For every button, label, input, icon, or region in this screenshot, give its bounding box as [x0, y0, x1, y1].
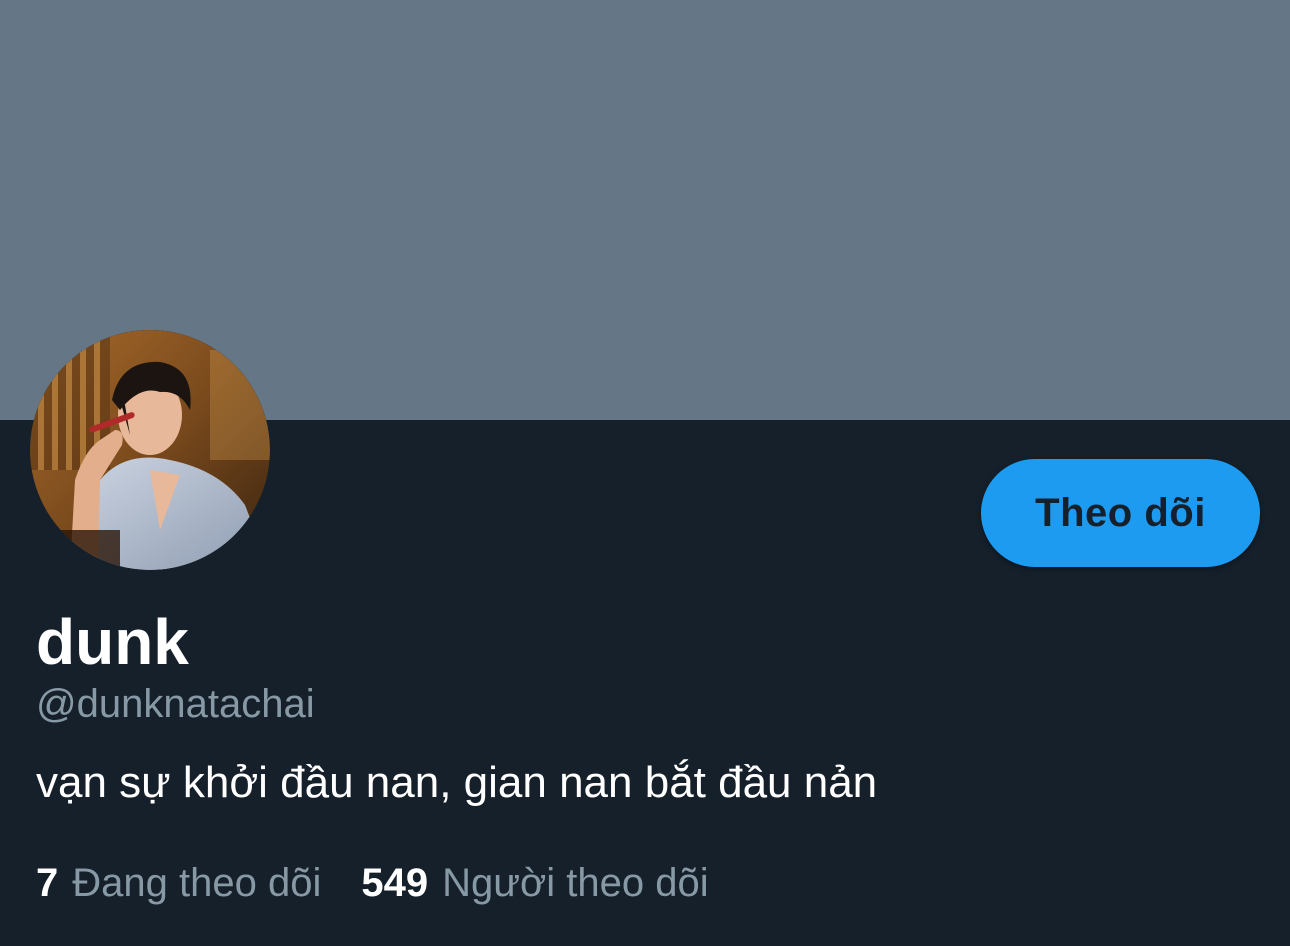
following-stat[interactable]: 7 Đang theo dõi [36, 856, 321, 910]
following-count: 7 [36, 861, 59, 905]
following-label: Đang theo dõi [72, 861, 322, 905]
profile-bio: vạn sự khởi đầu nan, gian nan bắt đầu nả… [36, 758, 878, 807]
banner-watermark [170, 62, 184, 112]
avatar-photo [30, 330, 270, 570]
followers-count: 549 [361, 861, 429, 905]
follow-button[interactable]: Theo dõi [981, 459, 1260, 567]
followers-label: Người theo dõi [442, 861, 709, 905]
followers-stat[interactable]: 549 Người theo dõi [361, 856, 708, 910]
follow-stats: 7 Đang theo dõi 549 Người theo dõi [36, 856, 749, 910]
avatar[interactable] [30, 330, 270, 570]
display-name: dunk [36, 606, 189, 678]
user-handle: @dunknatachai [36, 682, 315, 726]
